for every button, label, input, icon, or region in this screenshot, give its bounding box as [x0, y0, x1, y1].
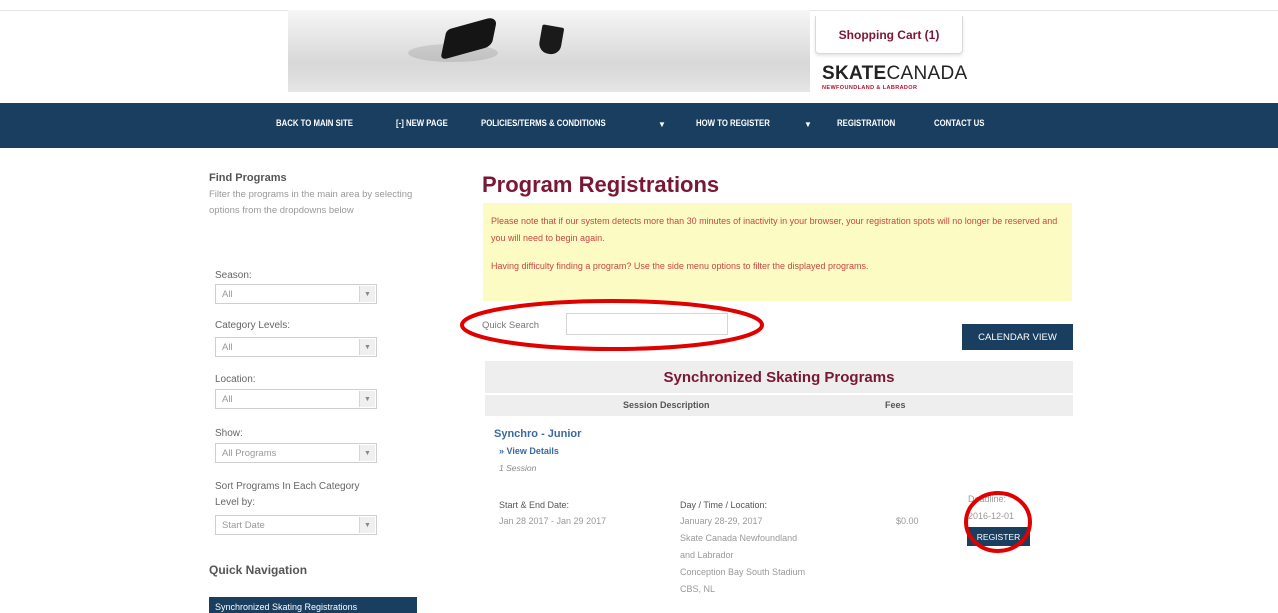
- brand-logo-light: CANADA: [886, 63, 968, 84]
- nav-how-to-register[interactable]: HOW TO REGISTER: [696, 118, 770, 132]
- registration-deadline-value: 2016-12-01: [968, 511, 1015, 521]
- brand-logo-text: SKATECANADA: [822, 64, 1002, 84]
- quick-nav-synchro-link[interactable]: Synchronized Skating Registrations: [209, 597, 417, 613]
- find-programs-description: Filter the programs in the main area by …: [209, 189, 413, 216]
- brand-subtitle: NEWFOUNDLAND & LABRADOR: [822, 85, 918, 91]
- program-name-link[interactable]: Synchro - Junior: [494, 428, 581, 440]
- col-session-description: Session Description: [623, 400, 710, 410]
- nav-registration[interactable]: REGISTRATION: [837, 118, 895, 132]
- show-select-value: All Programs: [222, 448, 277, 459]
- chevron-down-icon: ▼: [359, 517, 375, 533]
- table-header: Session Description Fees: [485, 395, 1073, 416]
- brand-logo[interactable]: SKATECANADA NEWFOUNDLAND & LABRADOR: [822, 64, 1002, 92]
- hero-ice: [288, 62, 810, 92]
- brand-logo-bold: SKATE: [822, 63, 887, 84]
- col-fees: Fees: [885, 400, 906, 410]
- location-select-value: All: [222, 394, 233, 405]
- day-time-location-label: Day / Time / Location:: [680, 500, 768, 510]
- nav-new-page[interactable]: [-] NEW PAGE: [396, 118, 448, 132]
- location-label: Location:: [215, 374, 256, 385]
- quick-search-input[interactable]: [566, 313, 728, 335]
- chevron-down-icon: ▼: [359, 445, 375, 461]
- registration-deadline-label: Deadline:: [968, 494, 1007, 504]
- season-select-value: All: [222, 289, 233, 300]
- notice-inactivity-text: Please note that if our system detects m…: [491, 216, 1058, 243]
- nav-how-to-register-dropdown-icon[interactable]: ▼: [804, 120, 812, 129]
- show-label: Show:: [215, 428, 243, 439]
- season-select[interactable]: All ▼: [215, 284, 377, 304]
- register-button[interactable]: REGISTER: [967, 527, 1030, 546]
- shopping-cart-link[interactable]: Shopping Cart (1): [815, 16, 963, 54]
- season-label: Season:: [215, 270, 252, 281]
- category-levels-select-value: All: [222, 342, 233, 353]
- sessions-count: 1 Session: [499, 463, 537, 473]
- start-end-date-label: Start & End Date:: [499, 500, 570, 510]
- hero-skate-right: [537, 24, 565, 56]
- quick-search-label: Quick Search: [482, 320, 540, 331]
- notice-filter-hint: Having difficulty finding a program? Use…: [491, 261, 869, 271]
- nav-back-to-main-site[interactable]: BACK TO MAIN SITE: [276, 118, 353, 132]
- category-levels-label: Category Levels:: [215, 320, 291, 331]
- page-title: Program Registrations: [482, 172, 720, 197]
- hero-banner-image: [288, 10, 810, 92]
- dtl-line-3: and Labrador: [680, 550, 734, 560]
- inactivity-notice: Please note that if our system detects m…: [483, 203, 1072, 301]
- calendar-view-button[interactable]: CALENDAR VIEW: [962, 324, 1073, 350]
- sort-programs-select[interactable]: Start Date ▼: [215, 515, 377, 535]
- section-title: Synchronized Skating Programs: [485, 361, 1073, 393]
- find-programs-heading: Find Programs: [209, 172, 287, 184]
- dtl-line-4: Conception Bay South Stadium: [680, 567, 806, 577]
- chevron-down-icon: ▼: [359, 286, 375, 302]
- dtl-line-1: January 28-29, 2017: [680, 516, 763, 526]
- quick-navigation-heading: Quick Navigation: [209, 563, 308, 577]
- sort-programs-label: Sort Programs In Each Category Level by:: [215, 481, 360, 508]
- dtl-line-5: CBS, NL: [680, 584, 716, 594]
- fee-value: $0.00: [896, 516, 919, 526]
- start-end-date-value: Jan 28 2017 - Jan 29 2017: [499, 516, 607, 526]
- view-details-link[interactable]: » View Details: [499, 446, 559, 456]
- location-select[interactable]: All ▼: [215, 389, 377, 409]
- show-select[interactable]: All Programs ▼: [215, 443, 377, 463]
- dtl-line-2: Skate Canada Newfoundland: [680, 533, 798, 543]
- sort-programs-select-value: Start Date: [222, 520, 265, 531]
- chevron-down-icon: ▼: [359, 391, 375, 407]
- nav-policies[interactable]: POLICIES/TERMS & CONDITIONS: [481, 118, 606, 132]
- nav-contact-us[interactable]: CONTACT US: [934, 118, 984, 132]
- chevron-down-icon: ▼: [359, 339, 375, 355]
- category-levels-select[interactable]: All ▼: [215, 337, 377, 357]
- nav-policies-dropdown-icon[interactable]: ▼: [658, 120, 666, 129]
- main-nav: BACK TO MAIN SITE [-] NEW PAGE POLICIES/…: [0, 103, 1278, 148]
